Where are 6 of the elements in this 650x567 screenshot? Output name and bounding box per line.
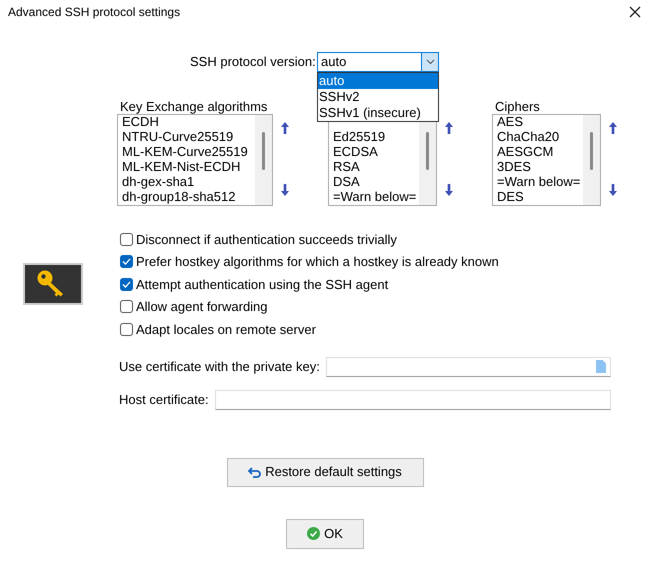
window-title: Advanced SSH protocol settings: [8, 4, 180, 21]
field-label: Use certificate with the private key:: [119, 358, 320, 376]
field-label: SSH protocol version:: [190, 53, 317, 72]
list-label: Key Exchange algorithms: [120, 99, 268, 114]
field-label: Host certificate:: [119, 390, 209, 409]
list-label: Ciphers: [495, 99, 540, 114]
